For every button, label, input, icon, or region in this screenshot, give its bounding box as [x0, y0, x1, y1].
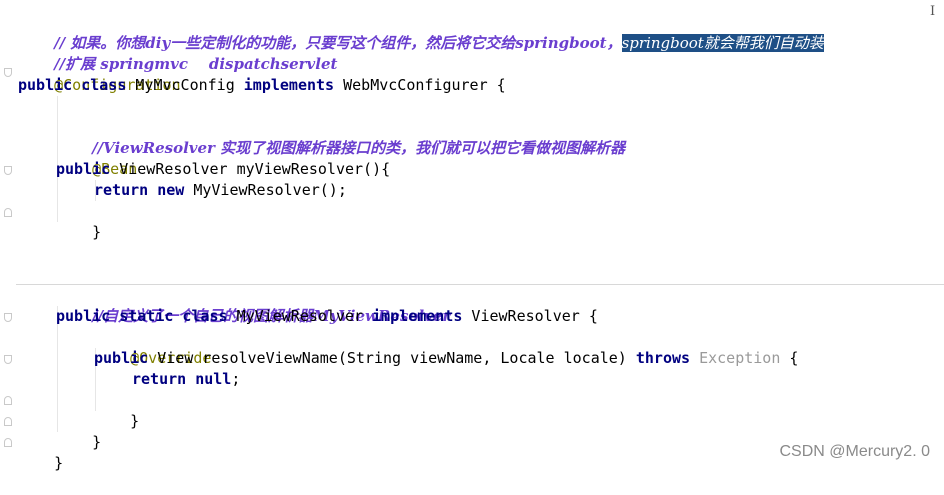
code-text: ViewResolver { — [462, 307, 598, 325]
keyword: throws — [635, 349, 691, 367]
code-text: MyMvcConfig — [126, 76, 244, 94]
code-text: } — [92, 223, 102, 241]
code-line-7[interactable]: @Bean — [56, 138, 137, 178]
code-text: } — [130, 412, 140, 430]
unused-exception-text: Exception — [690, 349, 781, 367]
fold-marker-icon[interactable] — [4, 208, 12, 217]
comment-text: //ViewResolver 实现了视图解析器接口的类，我们就可以把它看做视图解… — [92, 139, 626, 157]
code-line-21[interactable]: } — [18, 432, 63, 472]
keyword: return null — [132, 370, 232, 388]
code-text: MyViewResolver(); — [184, 181, 347, 199]
code-line-10[interactable]: } — [56, 201, 101, 241]
code-line-2[interactable]: //扩展 springmvc dispatchservlet — [18, 33, 337, 73]
fold-marker-icon[interactable] — [4, 396, 12, 405]
keyword: return new — [94, 181, 185, 199]
code-line-1[interactable]: // 如果。你想diy一些定制化的功能，只要写这个组件，然后将它交给spring… — [18, 12, 824, 52]
code-line-4[interactable]: public class MyMvcConfig implements WebM… — [18, 75, 506, 96]
watermark: CSDN @Mercury2. 0 — [779, 443, 931, 460]
code-editor[interactable]: // 如果。你想diy一些定制化的功能，只要写这个组件，然后将它交给spring… — [0, 0, 944, 473]
code-line-8[interactable]: public ViewResolver myViewResolver(){ — [56, 159, 390, 180]
keyword: implements — [243, 76, 335, 94]
code-text: MyViewResolver — [227, 307, 373, 325]
code-line-14[interactable]: //自定义了一个自己的视图解析器MyViewResolver — [56, 285, 450, 325]
keyword: public — [56, 160, 111, 178]
code-text: } — [92, 433, 102, 451]
code-line-18[interactable]: return null; — [132, 369, 240, 390]
code-line-17[interactable]: public View resolveViewName(String viewN… — [94, 348, 798, 369]
selected-text: springboot就会帮我们自动装 — [621, 34, 824, 52]
code-text: ; — [231, 370, 241, 388]
fold-marker-icon[interactable] — [4, 417, 12, 426]
fold-marker-icon[interactable] — [4, 355, 12, 364]
code-line-3[interactable]: @Configuration — [18, 54, 180, 94]
keyword: implements — [372, 307, 463, 325]
fold-marker-icon[interactable] — [4, 166, 12, 175]
fold-marker-icon[interactable] — [4, 313, 12, 322]
text-cursor-icon: I — [930, 4, 936, 19]
code-text: View resolveViewName(String viewName, Lo… — [148, 349, 636, 367]
code-line-19[interactable]: } — [94, 390, 139, 430]
code-text: ViewResolver myViewResolver(){ — [110, 160, 391, 178]
keyword: public static class — [56, 307, 228, 325]
fold-marker-icon[interactable] — [4, 438, 12, 447]
code-line-15[interactable]: public static class MyViewResolver imple… — [56, 306, 598, 327]
code-line-6[interactable]: //ViewResolver 实现了视图解析器接口的类，我们就可以把它看做视图解… — [56, 117, 625, 157]
code-line-9[interactable]: return new MyViewResolver(); — [94, 180, 347, 201]
fold-marker-icon[interactable] — [4, 68, 12, 77]
code-text: { — [780, 349, 799, 367]
keyword: public — [94, 349, 149, 367]
code-line-16[interactable]: @Override — [94, 327, 211, 367]
keyword: public class — [18, 76, 127, 94]
editor-gutter — [0, 0, 16, 473]
code-line-20[interactable]: } — [56, 411, 101, 451]
code-text: WebMvcConfigurer { — [334, 76, 506, 94]
code-text: } — [54, 454, 64, 472]
